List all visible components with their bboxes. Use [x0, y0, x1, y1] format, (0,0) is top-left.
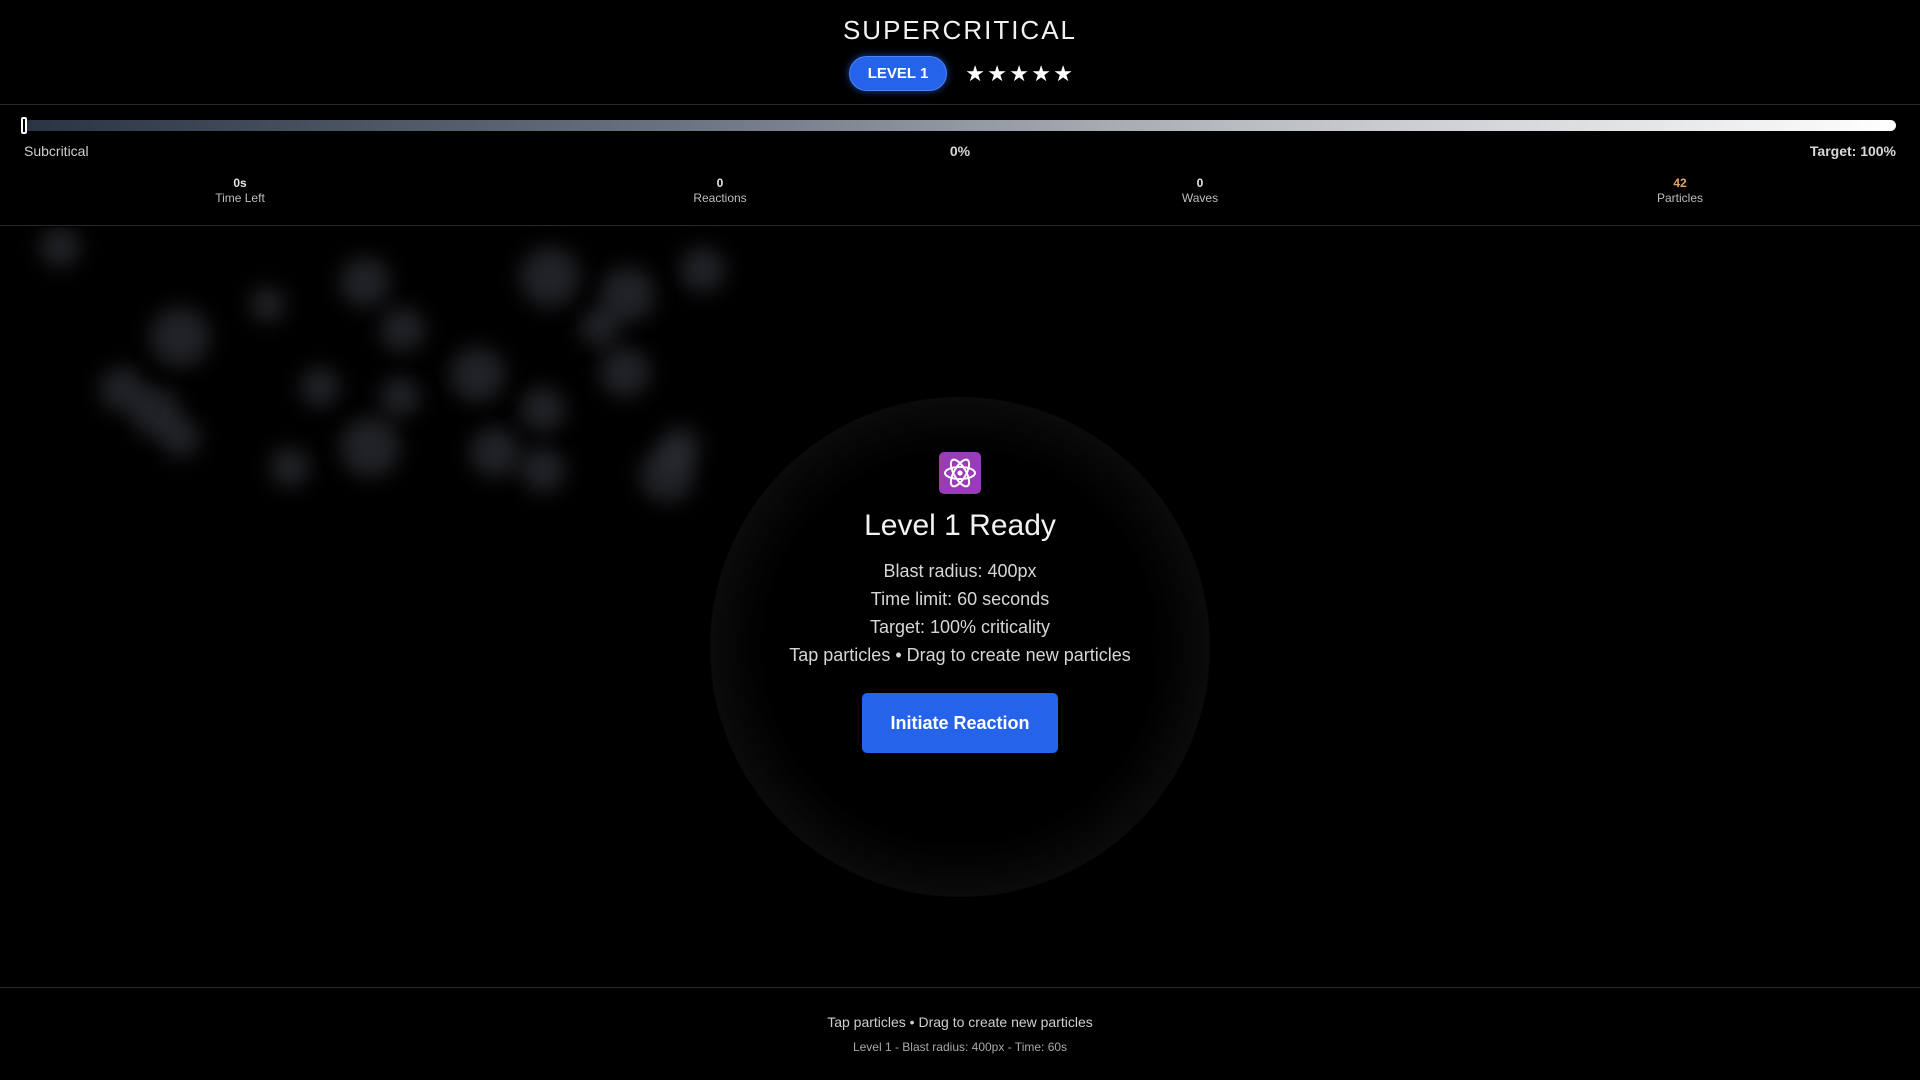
stat-particles: 42 Particles	[1440, 176, 1920, 216]
particle[interactable]	[380, 307, 425, 352]
particle[interactable]	[450, 347, 505, 402]
target-text: Target: 100% criticality	[869, 617, 1051, 637]
time-limit-text: Time limit: 60 seconds	[870, 589, 1050, 609]
stat-value: 0	[1196, 176, 1204, 190]
star-icon: ★	[1031, 60, 1052, 86]
stats-bar: 0s Time Left 0 Reactions 0 Waves 42 Part…	[0, 176, 1920, 216]
particle[interactable]	[150, 307, 210, 367]
footer-level-info: Level 1 - Blast radius: 400px - Time: 60…	[852, 1040, 1068, 1054]
criticality-meter	[21, 117, 1896, 134]
stat-reactions: 0 Reactions	[480, 176, 960, 216]
stat-value: 42	[1673, 176, 1687, 190]
particle[interactable]	[340, 417, 400, 477]
footer-hint: Tap particles • Drag to create new parti…	[827, 1014, 1093, 1030]
star-icon: ★	[965, 60, 986, 86]
star-icon: ★	[1009, 60, 1030, 86]
stat-label: Reactions	[693, 191, 747, 205]
level-row: LEVEL 1 ★ ★ ★ ★ ★	[0, 56, 1920, 91]
stat-label: Waves	[1181, 191, 1219, 205]
stat-value: 0	[716, 176, 724, 190]
panel-title: Level 1 Ready	[864, 509, 1056, 542]
criticality-meter-area: Subcritical 0% Target: 100% 0s Time Left…	[0, 106, 1920, 226]
stat-value: 0s	[233, 176, 247, 190]
stat-waves: 0 Waves	[960, 176, 1440, 216]
particle[interactable]	[340, 257, 390, 307]
particle[interactable]	[520, 447, 565, 492]
particle[interactable]	[680, 247, 725, 292]
meter-percent-label: 0%	[949, 143, 971, 159]
particle[interactable]	[40, 227, 80, 267]
game-screen: SUPERCRITICAL LEVEL 1 ★ ★ ★ ★ ★ Subcriti…	[0, 0, 1920, 1080]
stat-label: Particles	[1656, 191, 1703, 205]
particle[interactable]	[250, 287, 285, 322]
blast-radius-text: Blast radius: 400px	[883, 561, 1037, 581]
particle[interactable]	[600, 267, 655, 322]
meter-target-label: Target: 100%	[1809, 143, 1896, 159]
particle[interactable]	[100, 367, 145, 412]
star-icon: ★	[987, 60, 1008, 86]
game-title: SUPERCRITICAL	[842, 15, 1078, 45]
atom-icon	[939, 452, 981, 494]
initiate-reaction-button[interactable]: Initiate Reaction	[862, 693, 1058, 753]
criticality-meter-marker	[21, 117, 27, 134]
star-icon: ★	[1053, 60, 1074, 86]
header: SUPERCRITICAL LEVEL 1 ★ ★ ★ ★ ★	[0, 0, 1920, 105]
star-rating: ★ ★ ★ ★ ★	[965, 60, 1074, 86]
particle[interactable]	[470, 427, 520, 477]
particle[interactable]	[520, 247, 580, 307]
level-details: Blast radius: 400px Time limit: 60 secon…	[660, 557, 1260, 669]
level-badge[interactable]: LEVEL 1	[848, 56, 948, 91]
level-ready-panel: Level 1 Ready Blast radius: 400px Time l…	[660, 452, 1260, 753]
particle[interactable]	[270, 447, 310, 487]
instructions-text: Tap particles • Drag to create new parti…	[789, 645, 1131, 665]
playfield[interactable]: Level 1 Ready Blast radius: 400px Time l…	[0, 227, 1920, 987]
particle[interactable]	[300, 367, 340, 407]
particle[interactable]	[520, 387, 565, 432]
particle[interactable]	[380, 377, 420, 417]
particle[interactable]	[600, 347, 650, 397]
stat-time-left: 0s Time Left	[0, 176, 480, 216]
footer: Tap particles • Drag to create new parti…	[0, 987, 1920, 1080]
stat-label: Time Left	[215, 191, 265, 205]
